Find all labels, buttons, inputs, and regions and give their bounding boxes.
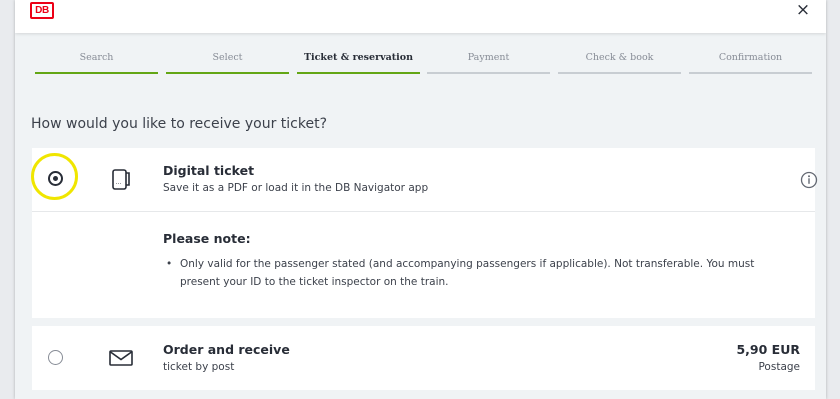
step-progress-line xyxy=(558,72,681,74)
progress-steps: Search Select Ticket & reservation Payme… xyxy=(35,50,815,74)
note-list: • Only valid for the passenger stated (a… xyxy=(166,255,786,291)
radio-digital-ticket[interactable] xyxy=(48,171,63,186)
db-logo: DB xyxy=(30,2,54,19)
digital-ticket-title: Digital ticket xyxy=(163,163,255,178)
step-confirmation: Confirmation xyxy=(689,50,812,74)
delivery-question: How would you like to receive your ticke… xyxy=(31,116,327,132)
close-icon[interactable]: × xyxy=(791,0,815,20)
ticket-modal: DB × Search Select Ticket & reservation … xyxy=(15,0,826,399)
step-label: Confirmation xyxy=(718,52,783,63)
svg-text:...: ... xyxy=(116,179,122,186)
step-progress-line xyxy=(427,72,550,74)
note-title: Please note: xyxy=(163,231,251,246)
mobile-ticket-icon: ... xyxy=(112,169,130,190)
option-digital-ticket[interactable]: ... Digital ticket Save it as a PDF or l… xyxy=(31,148,818,318)
envelope-icon xyxy=(109,350,133,366)
step-label: Search xyxy=(79,52,114,63)
step-search[interactable]: Search xyxy=(35,50,158,74)
step-progress-line xyxy=(297,72,420,74)
step-label: Ticket & reservation xyxy=(303,52,414,63)
step-progress-line xyxy=(166,72,289,74)
bullet-icon: • xyxy=(166,258,173,270)
step-progress-line xyxy=(689,72,812,74)
step-select[interactable]: Select xyxy=(166,50,289,74)
postage-label: Postage xyxy=(758,361,800,373)
step-payment: Payment xyxy=(427,50,550,74)
step-label: Check & book xyxy=(585,52,654,63)
list-item: • Only valid for the passenger stated (a… xyxy=(166,255,786,291)
step-label: Payment xyxy=(467,52,510,63)
digital-ticket-subtitle: Save it as a PDF or load it in the DB Na… xyxy=(163,182,429,194)
step-check-book: Check & book xyxy=(558,50,681,74)
modal-header: DB × xyxy=(15,0,826,33)
option-order-by-post[interactable]: Order and receive ticket by post 5,90 EU… xyxy=(32,326,815,390)
info-icon[interactable] xyxy=(800,171,818,189)
card-divider xyxy=(32,211,815,212)
step-ticket-reservation: Ticket & reservation xyxy=(297,50,420,74)
radio-order-by-post[interactable] xyxy=(48,350,63,365)
postage-price: 5,90 EUR xyxy=(736,342,800,357)
step-progress-line xyxy=(35,72,158,74)
note-item-text: Only valid for the passenger stated (and… xyxy=(180,258,755,288)
step-label: Select xyxy=(212,52,243,63)
post-option-title: Order and receive xyxy=(163,342,290,357)
post-option-subtitle: ticket by post xyxy=(163,361,235,373)
